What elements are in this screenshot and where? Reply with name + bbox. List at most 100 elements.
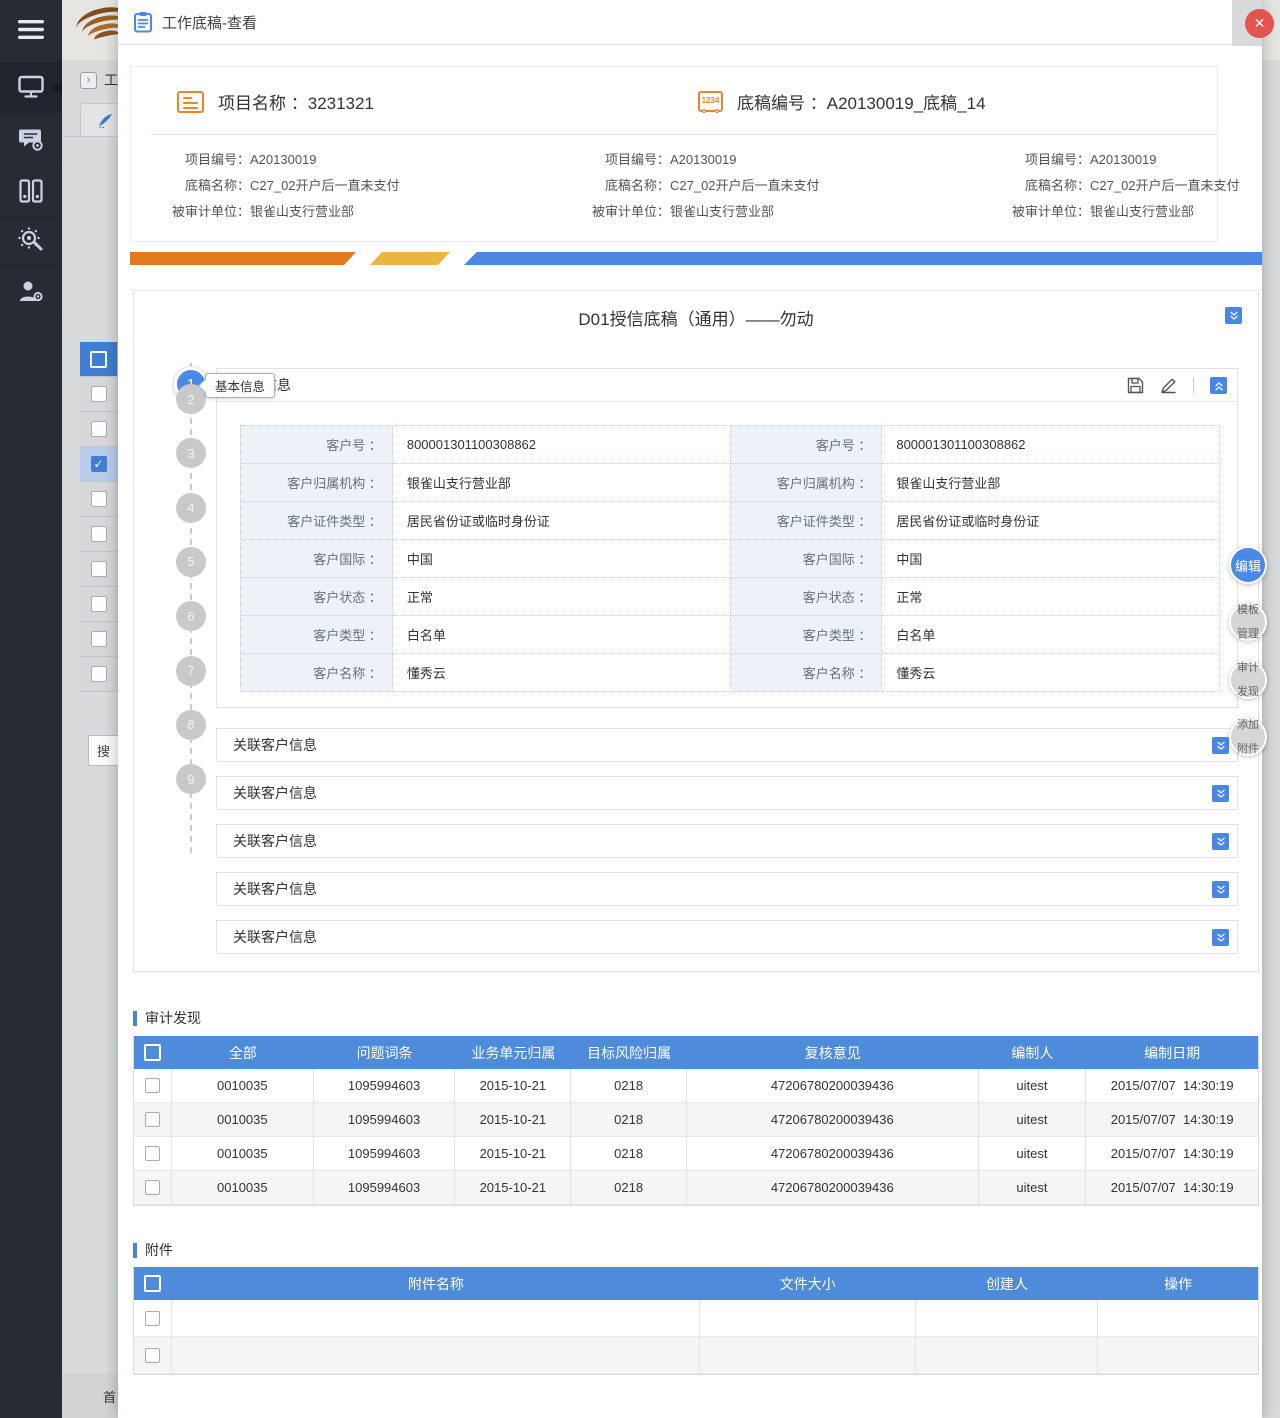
- field-label: 底稿名称: [165, 177, 237, 195]
- table-cell: 0218: [571, 1069, 687, 1103]
- sidebar-item-archives[interactable]: [0, 166, 62, 217]
- breadcrumb-expand-icon[interactable]: ›: [80, 72, 97, 89]
- table-cell: 2015-10-21: [455, 1103, 571, 1137]
- related-customer-section[interactable]: 关联客户信息: [216, 776, 1238, 810]
- sidebar-item-user-management[interactable]: [0, 266, 62, 317]
- decorative-progress-bar: [130, 252, 1262, 265]
- fab-label: 添加: [1237, 719, 1259, 731]
- related-section-title: 关联客户信息: [233, 735, 317, 755]
- attachments-table: 附件名称文件大小创建人操作: [133, 1267, 1259, 1375]
- section-expand-button[interactable]: [1212, 785, 1229, 802]
- step-circle-9[interactable]: 9: [176, 764, 206, 794]
- background-list-row: ✓: [80, 447, 118, 482]
- clipboard-icon: [133, 11, 153, 33]
- field-value-cell: 居民省份证或临时身份证: [882, 502, 1220, 540]
- step-circle-5[interactable]: 5: [176, 547, 206, 577]
- fab-template-manage[interactable]: 模板管理: [1229, 603, 1267, 641]
- bar-orange-segment: [130, 252, 356, 265]
- field-label-cell: 客户状态 ：: [731, 578, 883, 616]
- row-checkbox[interactable]: [145, 1146, 160, 1161]
- draft-info-field: 底稿名称：C27_02开户后一直未支付: [585, 177, 820, 195]
- dialog-title: 工作底稿-查看: [162, 12, 257, 33]
- table-cell: 47206780200039436: [687, 1171, 978, 1205]
- field-value-cell: 银雀山支行营业部: [393, 464, 731, 502]
- select-all-checkbox[interactable]: [144, 1275, 161, 1292]
- step-circle-4[interactable]: 4: [176, 493, 206, 523]
- row-checkbox-cell: [134, 1171, 172, 1205]
- field-label: 项目编号: [585, 151, 657, 169]
- section-expand-button[interactable]: [1212, 833, 1229, 850]
- table-cell: [172, 1300, 700, 1337]
- field-value-cell: 居民省份证或临时身份证: [393, 502, 731, 540]
- background-list-row: [80, 622, 118, 657]
- field-label: 被审计单位: [165, 203, 237, 221]
- row-checkbox[interactable]: [91, 631, 107, 647]
- sidebar-item-messages[interactable]: [0, 114, 62, 165]
- table-row: [134, 1337, 1258, 1374]
- table-cell: 0218: [571, 1171, 687, 1205]
- row-checkbox[interactable]: [91, 561, 107, 577]
- row-checkbox[interactable]: [145, 1311, 160, 1326]
- row-checkbox[interactable]: [91, 666, 107, 682]
- header-checkbox-cell: [134, 1267, 172, 1300]
- field-row: 客户号 ：800001301100308862客户号 ：800001301100…: [241, 426, 1220, 464]
- row-checkbox[interactable]: [145, 1348, 160, 1363]
- bar-yellow-segment: [370, 252, 450, 265]
- sidebar: [0, 0, 62, 1418]
- row-checkbox[interactable]: [145, 1112, 160, 1127]
- field-label: 项目编号: [165, 151, 237, 169]
- row-checkbox[interactable]: [91, 491, 107, 507]
- form-collapse-button[interactable]: [1225, 307, 1242, 324]
- related-customer-section[interactable]: 关联客户信息: [216, 728, 1238, 762]
- section-expand-button[interactable]: [1212, 881, 1229, 898]
- select-all-checkbox[interactable]: [90, 351, 107, 368]
- d01-form-section: D01授信底稿（通用）——勿动 123456789 基本信息: [133, 290, 1259, 972]
- fab-edit[interactable]: 编辑: [1229, 546, 1267, 584]
- draft-info-field: 项目编号：A20130019: [165, 151, 400, 169]
- step-circle-3[interactable]: 3: [176, 438, 206, 468]
- section-expand-button[interactable]: [1212, 737, 1229, 754]
- field-value: ：银雀山支行营业部: [1077, 204, 1194, 219]
- background-list-row: [80, 412, 118, 447]
- sidebar-item-system-settings[interactable]: [0, 214, 62, 265]
- field-value-cell: 白名单: [393, 616, 731, 654]
- related-customer-section[interactable]: 关联客户信息: [216, 872, 1238, 906]
- table-cell: 0010035: [172, 1171, 314, 1205]
- pagination-first[interactable]: 首: [62, 1374, 118, 1418]
- field-label-cell: 客户类型 ：: [241, 616, 393, 654]
- row-checkbox[interactable]: [145, 1180, 160, 1195]
- row-checkbox[interactable]: [91, 421, 107, 437]
- row-checkbox[interactable]: [91, 386, 107, 402]
- table-cell: [1098, 1337, 1258, 1374]
- related-customer-section[interactable]: 关联客户信息: [216, 824, 1238, 858]
- field-value: ：A20130019: [657, 152, 737, 167]
- fab-audit-findings[interactable]: 审计发现: [1229, 661, 1267, 699]
- archive-icon: [19, 179, 43, 203]
- number-icon: 1234: [698, 91, 723, 112]
- row-checkbox[interactable]: [145, 1078, 160, 1093]
- step-circle-7[interactable]: 7: [176, 656, 206, 686]
- field-label-cell: 客户归属机构 ：: [731, 464, 883, 502]
- section-expand-button[interactable]: [1212, 929, 1229, 946]
- sidebar-menu-toggle[interactable]: [0, 0, 62, 58]
- save-icon[interactable]: [1127, 377, 1144, 394]
- basic-info-tools: [1127, 369, 1227, 402]
- related-customer-section[interactable]: 关联客户信息: [216, 920, 1238, 954]
- row-checkbox[interactable]: [91, 596, 107, 612]
- select-all-checkbox[interactable]: [144, 1044, 161, 1061]
- field-row: 客户归属机构 ：银雀山支行营业部客户归属机构 ：银雀山支行营业部: [241, 464, 1220, 502]
- draft-info-column: 项目编号：A20130019底稿名称：C27_02开户后一直未支付被审计单位：银…: [585, 151, 820, 229]
- row-checkbox[interactable]: ✓: [91, 456, 107, 472]
- close-button[interactable]: ✕: [1245, 9, 1274, 38]
- basic-collapse-button[interactable]: [1210, 377, 1227, 394]
- table-cell: 47206780200039436: [687, 1103, 978, 1137]
- field-label-cell: 客户归属机构 ：: [241, 464, 393, 502]
- edit-icon[interactable]: [1160, 377, 1177, 394]
- step-circle-6[interactable]: 6: [176, 601, 206, 631]
- screen: › 工 ✓ 搜 首: [0, 0, 1280, 1418]
- step-circle-8[interactable]: 8: [176, 710, 206, 740]
- field-value-cell: 800001301100308862: [393, 426, 731, 464]
- field-value: ：C27_02开户后一直未支付: [1077, 178, 1240, 193]
- row-checkbox[interactable]: [91, 526, 107, 542]
- fab-add-attachment[interactable]: 添加附件: [1229, 718, 1267, 756]
